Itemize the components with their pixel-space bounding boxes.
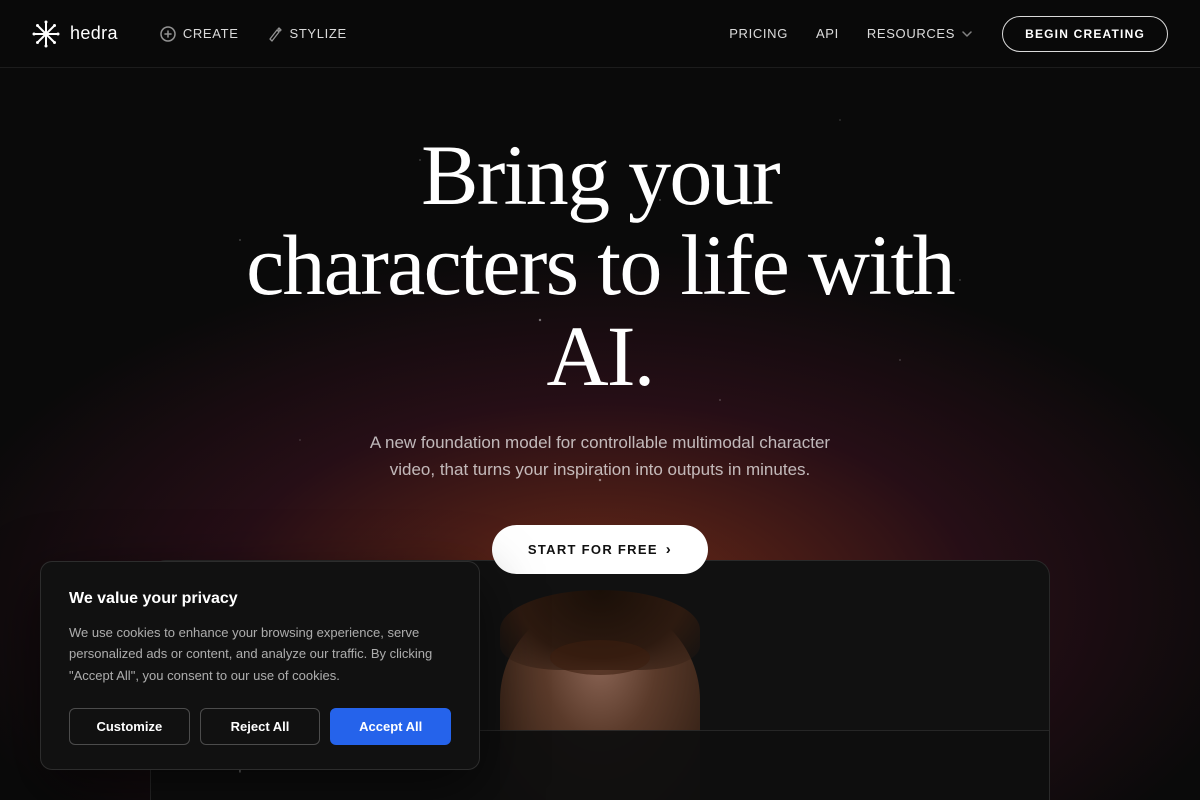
nav-resources[interactable]: RESOURCES [867,26,974,41]
create-icon [160,26,176,42]
nav-items: CREATE STYLIZE [150,20,357,48]
nav-stylize[interactable]: STYLIZE [257,20,357,48]
cookie-reject-button[interactable]: Reject All [200,708,321,745]
hero-title: Bring your characters to life with AI. [190,130,1010,401]
hero-subtitle: A new foundation model for controllable … [360,429,840,483]
begin-creating-button[interactable]: BEGIN CREATING [1002,16,1168,52]
nav-pricing[interactable]: PRICING [729,26,788,41]
cookie-buttons: Customize Reject All Accept All [69,708,451,745]
logo[interactable]: hedra [32,20,118,48]
cookie-customize-button[interactable]: Customize [69,708,190,745]
nav-create[interactable]: CREATE [150,20,249,48]
cta-arrow: › [666,541,672,558]
nav-api[interactable]: API [816,26,839,41]
hero-content: Bring your characters to life with AI. A… [0,130,1200,574]
navbar: hedra CREATE STYLIZE PRI [0,0,1200,68]
cookie-text: We use cookies to enhance your browsing … [69,622,451,686]
cookie-accept-button[interactable]: Accept All [330,708,451,745]
logo-text: hedra [70,23,118,44]
chevron-down-icon [960,27,974,41]
stylize-label: STYLIZE [290,26,347,41]
cookie-banner: We value your privacy We use cookies to … [40,561,480,770]
create-label: CREATE [183,26,239,41]
nav-right: PRICING API RESOURCES BEGIN CREATING [729,16,1168,52]
start-for-free-button[interactable]: START FOR FREE › [492,525,708,574]
stylize-icon [267,26,283,42]
cookie-title: We value your privacy [69,590,451,608]
nav-left: hedra CREATE STYLIZE [32,20,357,48]
hedra-logo-icon [32,20,60,48]
